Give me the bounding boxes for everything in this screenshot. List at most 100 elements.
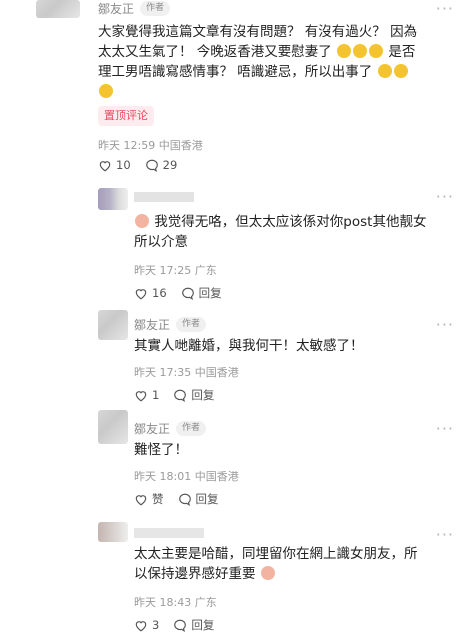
- author-badge: 作者: [176, 317, 207, 332]
- more-dots-icon[interactable]: ···: [436, 1, 454, 17]
- comment-location: 中国香港: [194, 470, 239, 483]
- reply-button[interactable]: 回复: [173, 617, 214, 633]
- comment-item: ··· 我觉得无咯，但太太应该係对你post其他靓女 所以介意 昨天 17:25…: [0, 182, 476, 302]
- reply-button[interactable]: 回复: [181, 285, 222, 301]
- speech-bubble-icon: [174, 389, 187, 402]
- comment-text-line: 大家覺得我這篇文章有沒有問題？ 有沒有過火？ 因為: [98, 24, 418, 40]
- comment-actions: 10 29: [98, 158, 177, 172]
- comment-text-segment: 是否: [388, 44, 416, 60]
- avatar[interactable]: [36, 0, 80, 18]
- username[interactable]: 鄒友正: [134, 316, 170, 333]
- comment-meta: 昨天 18:01 中国香港: [134, 468, 239, 484]
- emoji-face-icon: [393, 64, 408, 78]
- comment-actions: 3 回复: [134, 617, 214, 633]
- like-count: 1: [152, 388, 160, 402]
- emoji-face-icon: [369, 44, 384, 58]
- more-dots-icon[interactable]: ···: [436, 317, 454, 333]
- emoji-face-icon: [99, 84, 113, 98]
- like-button[interactable]: 1: [134, 388, 159, 402]
- avatar[interactable]: [98, 310, 128, 340]
- username[interactable]: 鄒友正: [98, 0, 134, 17]
- comment-actions: 16 回复: [134, 285, 222, 301]
- comment-time: 昨天 17:35: [134, 366, 192, 379]
- comment-text-segment: 太太又生氣了！ 今晚返香港又要慰妻了: [98, 44, 332, 60]
- comment-location: 中国香港: [158, 139, 203, 152]
- comment-location: 广东: [194, 596, 217, 609]
- comment-location: 中国香港: [194, 366, 239, 379]
- reply-button[interactable]: 29: [145, 158, 178, 172]
- username[interactable]: 鄒友正: [134, 420, 170, 437]
- comment-item: 鄒友正 作者 ··· 其實人哋離婚，與我何干！太敏感了！ 昨天 17:35 中国…: [0, 310, 476, 410]
- author-badge: 作者: [140, 1, 171, 16]
- heart-outline-icon: [135, 620, 147, 631]
- pinned-comment-badge: 置顶评论: [98, 106, 154, 126]
- reply-label: 回复: [195, 492, 219, 506]
- comment-meta: 昨天 17:35 中国香港: [134, 364, 239, 380]
- reply-count: 29: [162, 158, 178, 172]
- comment-text[interactable]: 太太主要是哈醋，同埋留你在網上識女朋友，所 以保持邊界感好重要: [134, 544, 434, 584]
- comments-panel: 鄒友正 作者 ··· 大家覺得我這篇文章有沒有問題？ 有沒有過火？ 因為 太太又…: [0, 0, 476, 635]
- comment-text-line: 所以介意: [134, 234, 188, 250]
- emoji-face-icon: [353, 44, 368, 58]
- like-button[interactable]: 3: [134, 618, 159, 632]
- heart-outline-icon: [135, 288, 147, 299]
- like-count: 16: [152, 286, 167, 300]
- comment-meta: 昨天 18:43 广东: [134, 594, 217, 610]
- emoji-face-icon: [260, 566, 275, 580]
- comment-item: 鄒友正 作者 ··· 大家覺得我這篇文章有沒有問題？ 有沒有過火？ 因為 太太又…: [0, 0, 476, 180]
- speech-bubble-icon: [178, 493, 191, 506]
- speech-bubble-icon: [174, 619, 187, 632]
- comment-time: 昨天 12:59: [98, 139, 156, 152]
- comment-meta: 昨天 12:59 中国香港: [98, 137, 203, 153]
- avatar[interactable]: [98, 188, 128, 210]
- comment-time: 昨天 18:43: [134, 596, 192, 609]
- comment-text[interactable]: 難怪了！: [134, 440, 434, 460]
- like-button[interactable]: 赞: [134, 491, 164, 507]
- comment-text-line: 難怪了！: [134, 442, 188, 458]
- comment-text-line: [98, 82, 438, 102]
- comment-meta: 昨天 17:25 广东: [134, 262, 217, 278]
- emoji-face-icon: [135, 214, 149, 228]
- like-count: 3: [152, 618, 160, 632]
- comment-text-segment: 我觉得无咯，但太太应该係对你post其他靓女: [154, 214, 427, 230]
- more-dots-icon[interactable]: ···: [436, 527, 454, 543]
- comment-time: 昨天 17:25: [134, 264, 192, 277]
- comment-text-line: 我觉得无咯，但太太应该係对你post其他靓女: [134, 212, 434, 232]
- comment-text-line: 理工男唔識寫感情事？ 唔識避忌，所以出事了: [98, 62, 438, 82]
- reply-label: 回复: [198, 286, 222, 300]
- comment-actions: 赞 回复: [134, 491, 219, 507]
- comment-item: 鄒友正 作者 ··· 難怪了！ 昨天 18:01 中国香港 赞 回复: [0, 410, 476, 510]
- comment-time: 昨天 18:01: [134, 470, 192, 483]
- comment-item: ··· 太太主要是哈醋，同埋留你在網上識女朋友，所 以保持邊界感好重要 昨天 1…: [0, 522, 476, 635]
- comment-text-segment: 理工男唔識寫感情事？ 唔識避忌，所以出事了: [98, 64, 373, 80]
- like-button[interactable]: 16: [134, 286, 167, 300]
- avatar[interactable]: [98, 410, 128, 444]
- speech-bubble-icon: [181, 287, 194, 300]
- more-dots-icon[interactable]: ···: [436, 189, 454, 205]
- heart-outline-icon: [135, 390, 147, 401]
- comment-location: 广东: [194, 264, 217, 277]
- more-dots-icon[interactable]: ···: [436, 421, 454, 437]
- comment-text[interactable]: 我觉得无咯，但太太应该係对你post其他靓女 所以介意: [134, 212, 434, 252]
- comment-text-line: 其實人哋離婚，與我何干！太敏感了！: [134, 338, 364, 354]
- comment-text[interactable]: 大家覺得我這篇文章有沒有問題？ 有沒有過火？ 因為 太太又生氣了！ 今晚返香港又…: [98, 22, 438, 102]
- author-badge: 作者: [176, 421, 207, 436]
- comment-text-line: 以保持邊界感好重要: [134, 564, 434, 584]
- like-button[interactable]: 10: [98, 158, 131, 172]
- emoji-face-icon: [337, 44, 352, 58]
- reply-label: 回复: [191, 618, 215, 632]
- reply-button[interactable]: 回复: [178, 491, 219, 507]
- speech-bubble-icon: [145, 159, 158, 172]
- reply-label: 回复: [191, 388, 215, 402]
- comment-text-segment: 以保持邊界感好重要: [134, 566, 256, 582]
- reply-button[interactable]: 回复: [173, 387, 214, 403]
- emoji-face-icon: [377, 64, 392, 78]
- heart-outline-icon: [135, 494, 147, 505]
- like-count: 10: [116, 158, 131, 172]
- like-count: 赞: [152, 492, 164, 506]
- comment-text-line: 太太又生氣了！ 今晚返香港又要慰妻了 是否: [98, 42, 438, 62]
- comment-text-line: 太太主要是哈醋，同埋留你在網上識女朋友，所: [134, 546, 418, 562]
- avatar[interactable]: [98, 522, 128, 542]
- comment-actions: 1 回复: [134, 387, 214, 403]
- comment-text[interactable]: 其實人哋離婚，與我何干！太敏感了！: [134, 336, 434, 356]
